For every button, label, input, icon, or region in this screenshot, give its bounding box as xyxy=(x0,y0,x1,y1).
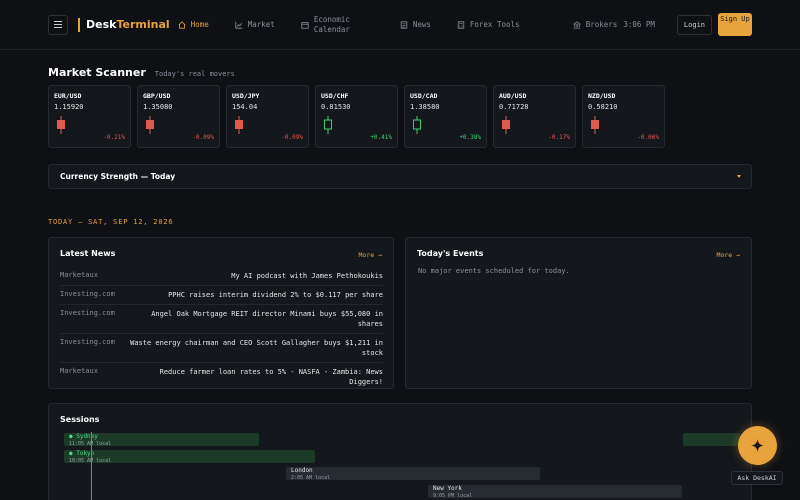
logo[interactable]: Desk Terminal xyxy=(78,17,170,32)
news-headline[interactable]: Angel Oak Mortgage REIT director Minami … xyxy=(123,309,383,329)
pair-card[interactable]: USD/CAD 1.38580 +0.38% xyxy=(404,85,487,148)
bank-icon xyxy=(572,20,581,29)
sessions-panel: Sessions ● Sydney 11:05 AM local ● Tokyo… xyxy=(48,403,752,500)
latest-news-panel: Latest News More → Marketaux My AI podcas… xyxy=(48,237,394,389)
news-title: Latest News xyxy=(60,249,116,258)
pair-price: 154.04 xyxy=(232,103,258,111)
current-time-marker xyxy=(91,432,92,500)
sparkle-icon xyxy=(750,438,765,453)
news-source: Investing.com xyxy=(60,290,115,298)
events-empty-text: No major events scheduled for today. xyxy=(418,267,570,275)
candlestick-icon xyxy=(324,116,332,134)
news-item[interactable]: Investing.com Waste energy chairman and C… xyxy=(60,334,383,363)
todays-events-panel: Today's Events More → No major events sc… xyxy=(405,237,752,389)
today-date-label: TODAY — SAT, SEP 12, 2026 xyxy=(48,218,174,226)
pair-symbol: USD/CHF xyxy=(321,92,349,100)
main-nav: Home Market Economic Calendar News Forex… xyxy=(178,15,546,35)
news-source: Investing.com xyxy=(60,338,115,346)
sessions-timeline: ● Sydney 11:05 AM local ● Tokyo 10:05 AM… xyxy=(60,432,742,500)
pair-price: 1.15920 xyxy=(54,103,84,111)
nav-news[interactable]: News xyxy=(400,20,431,30)
pair-price: 1.35080 xyxy=(143,103,173,111)
currency-strength-title: Currency Strength — Today xyxy=(60,172,176,181)
candlestick-icon xyxy=(146,116,154,134)
session-sydney-continued xyxy=(683,433,740,446)
pair-symbol: GBP/USD xyxy=(143,92,171,100)
news-headline[interactable]: Waste energy chairman and CEO Scott Gall… xyxy=(123,338,383,358)
candlestick-icon xyxy=(591,116,599,134)
calendar-icon xyxy=(301,21,309,29)
ask-deskai-label[interactable]: Ask DeskAI xyxy=(731,471,783,485)
pair-symbol: NZD/USD xyxy=(588,92,616,100)
nav-economic-calendar[interactable]: Economic Calendar xyxy=(301,15,374,35)
ask-deskai-button[interactable] xyxy=(738,426,777,465)
newspaper-icon xyxy=(400,20,408,29)
scanner-subtitle: Today's real movers xyxy=(154,70,235,78)
home-icon xyxy=(178,20,186,29)
sessions-title: Sessions xyxy=(60,415,100,424)
scanner-cards: EUR/USD 1.15920 -0.21% GBP/USD 1.35080 -0.09%… xyxy=(48,85,671,148)
signup-button[interactable]: Sign Up xyxy=(718,13,752,36)
pair-change: +0.41% xyxy=(370,134,392,141)
pair-price: 0.81530 xyxy=(321,103,351,111)
news-item[interactable]: Investing.com Angel Oak Mortgage REIT dir… xyxy=(60,305,383,334)
chart-icon xyxy=(235,21,243,29)
session-tokyo[interactable]: ● Tokyo 10:05 AM local xyxy=(64,450,315,464)
pair-change: +0.38% xyxy=(459,134,481,141)
session-london[interactable]: London 2:05 AM local xyxy=(286,467,540,481)
login-button[interactable]: Login xyxy=(676,14,712,35)
news-source: Marketaux xyxy=(60,367,98,375)
calculator-icon xyxy=(457,20,465,29)
news-headline[interactable]: My AI podcast with James Pethokoukis xyxy=(123,271,383,281)
pair-change: -0.17% xyxy=(548,134,570,141)
news-headline[interactable]: Reduce farmer loan rates to 5% - NASFA -… xyxy=(123,367,383,387)
session-sydney[interactable]: ● Sydney 11:05 AM local xyxy=(64,433,259,447)
scanner-title: Market Scanner xyxy=(48,66,146,79)
news-list: Marketaux My AI podcast with James Pethok… xyxy=(60,267,383,391)
currency-strength-toggle[interactable]: Currency Strength — Today xyxy=(48,164,752,189)
news-item[interactable]: Marketaux Reduce farmer loan rates to 5% … xyxy=(60,363,383,391)
chevron-down-icon xyxy=(737,175,741,178)
pair-card[interactable]: EUR/USD 1.15920 -0.21% xyxy=(48,85,131,148)
news-source: Marketaux xyxy=(60,271,98,279)
news-headline[interactable]: PPHC raises interim dividend 2% to $0.11… xyxy=(123,290,383,300)
news-item[interactable]: Investing.com PPHC raises interim dividen… xyxy=(60,286,383,305)
candlestick-icon xyxy=(235,116,243,134)
clock: 3:06 PM xyxy=(623,20,655,29)
candlestick-icon xyxy=(502,116,510,134)
session-new-york[interactable]: New York 9:05 PM local xyxy=(428,485,682,499)
scanner-header: Market Scanner Today's real movers xyxy=(48,66,235,79)
pair-card[interactable]: NZD/USD 0.58210 -0.06% xyxy=(582,85,665,148)
pair-symbol: EUR/USD xyxy=(54,92,82,100)
pair-symbol: USD/JPY xyxy=(232,92,260,100)
nav-brokers[interactable]: Brokers xyxy=(572,20,617,29)
candlestick-icon xyxy=(57,116,65,134)
pair-change: -0.21% xyxy=(103,134,125,141)
pair-price: 0.71728 xyxy=(499,103,529,111)
events-title: Today's Events xyxy=(417,249,484,258)
nav-home[interactable]: Home xyxy=(178,20,209,30)
events-more-link[interactable]: More → xyxy=(717,251,740,259)
top-nav-bar: Desk Terminal Home Market Economic Calend… xyxy=(0,0,800,50)
pair-card[interactable]: GBP/USD 1.35080 -0.09% xyxy=(137,85,220,148)
pair-symbol: USD/CAD xyxy=(410,92,438,100)
pair-price: 0.58210 xyxy=(588,103,618,111)
pair-card[interactable]: USD/JPY 154.04 -0.09% xyxy=(226,85,309,148)
pair-price: 1.38580 xyxy=(410,103,440,111)
menu-button[interactable] xyxy=(48,14,68,35)
nav-market[interactable]: Market xyxy=(235,20,275,30)
news-more-link[interactable]: More → xyxy=(359,251,382,259)
pair-card[interactable]: AUD/USD 0.71728 -0.17% xyxy=(493,85,576,148)
pair-symbol: AUD/USD xyxy=(499,92,527,100)
pair-change: -0.09% xyxy=(192,134,214,141)
news-item[interactable]: Marketaux My AI podcast with James Pethok… xyxy=(60,267,383,286)
pair-card[interactable]: USD/CHF 0.81530 +0.41% xyxy=(315,85,398,148)
pair-change: -0.06% xyxy=(637,134,659,141)
pair-change: -0.09% xyxy=(281,134,303,141)
header-actions: Brokers 3:06 PM Login Sign Up xyxy=(572,13,752,36)
news-source: Investing.com xyxy=(60,309,115,317)
nav-forex-tools[interactable]: Forex Tools xyxy=(457,20,520,30)
candlestick-icon xyxy=(413,116,421,134)
